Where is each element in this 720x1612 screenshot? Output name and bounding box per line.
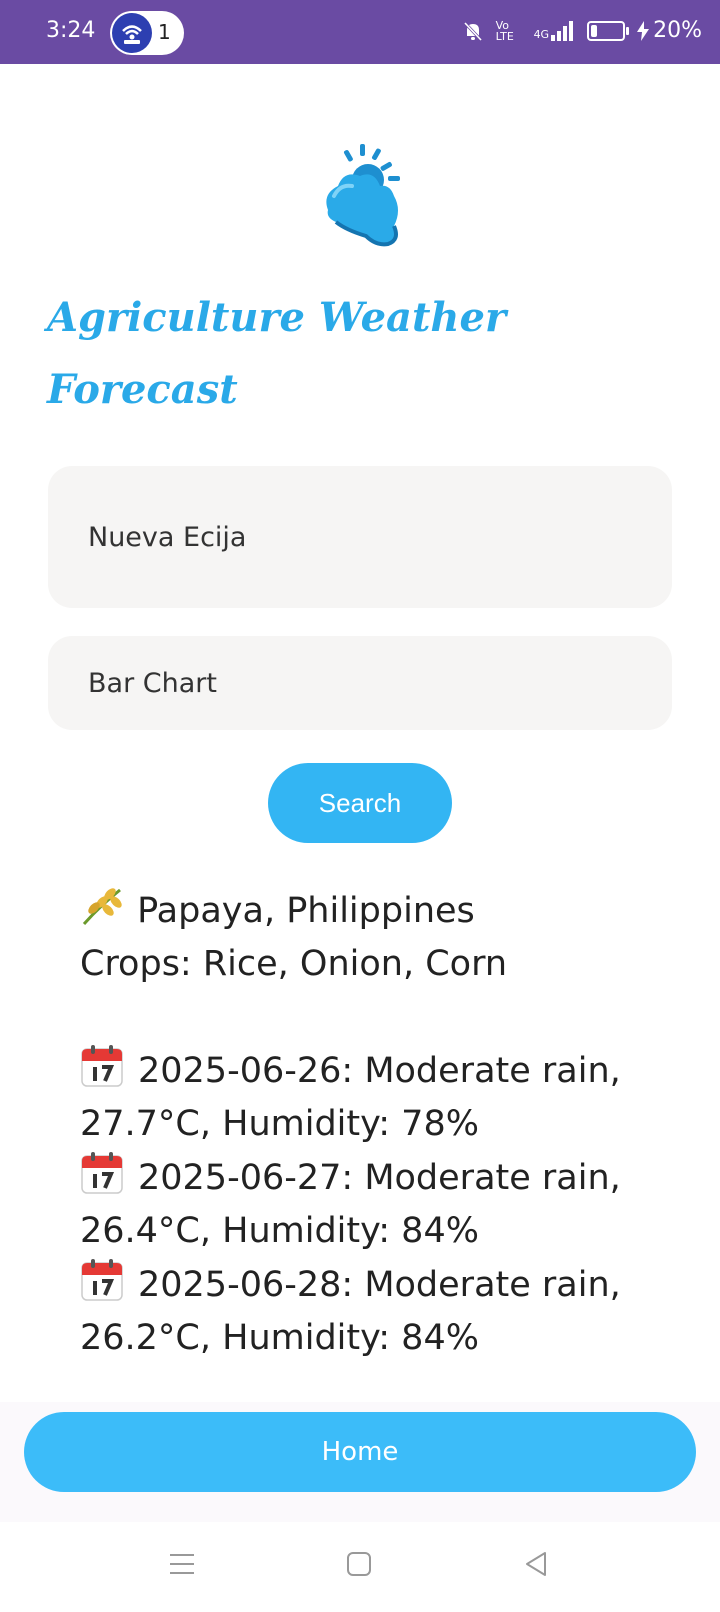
forecast-item: 2025-06-26: Moderate rain, 27.7°C, Humid… — [80, 1044, 680, 1151]
signal-type-label: 4G — [533, 27, 550, 41]
system-nav-bar — [0, 1522, 720, 1612]
forecast-line-2: 26.2°C, Humidity: 84% — [80, 1318, 479, 1358]
forecast-line-2: 26.4°C, Humidity: 84% — [80, 1211, 479, 1251]
signal-bars-icon — [551, 20, 574, 41]
forecast-line-1: 2025-06-27: Moderate rain, — [138, 1158, 621, 1198]
search-button[interactable]: Search — [268, 763, 452, 843]
home-button[interactable]: Home — [24, 1412, 696, 1492]
result-crops: Crops: Rice, Onion, Corn — [80, 944, 508, 984]
cloud-sun-icon — [318, 140, 414, 250]
volte-label: Vo LTE — [495, 18, 514, 43]
calendar-icon — [81, 1259, 123, 1301]
status-icons: Vo LTE 4G 20% — [462, 18, 702, 43]
forecast-item: 2025-06-27: Moderate rain, 26.4°C, Humid… — [80, 1151, 680, 1258]
notification-count: 1 — [158, 20, 171, 44]
calendar-icon — [81, 1045, 123, 1087]
forecast-line-1: 2025-06-26: Moderate rain, — [138, 1051, 621, 1091]
signal-group: 4G — [533, 20, 576, 41]
bell-off-icon — [463, 21, 482, 41]
menu-icon[interactable] — [162, 1544, 202, 1584]
notification-pill: 1 — [110, 11, 184, 55]
status-time: 3:24 — [46, 18, 96, 43]
battery-fill — [591, 24, 598, 37]
battery-percent: 20% — [653, 18, 702, 43]
wheat-icon — [82, 888, 122, 925]
result-location-row: Papaya, Philippines — [80, 885, 680, 938]
forecast-item: 2025-06-28: Moderate rain, 26.2°C, Humid… — [80, 1258, 680, 1365]
home-square-icon[interactable] — [339, 1544, 379, 1584]
forecast-line-1: 2025-06-28: Moderate rain, — [138, 1265, 621, 1305]
page-title: Agriculture Weather Forecast — [47, 294, 507, 413]
chart-type-input[interactable]: Bar Chart — [48, 636, 672, 730]
charging-bolt-icon — [637, 20, 650, 41]
calendar-icon — [81, 1152, 123, 1194]
battery-icon — [587, 20, 630, 41]
forecast-result: Papaya, Philippines Crops: Rice, Onion, … — [80, 885, 680, 1365]
result-location: Papaya, Philippines — [137, 891, 475, 931]
forecast-line-2: 27.7°C, Humidity: 78% — [80, 1104, 479, 1144]
status-bar: 3:24 1 Vo LTE 4G 20% — [0, 0, 720, 64]
hotspot-icon — [112, 13, 152, 53]
back-icon[interactable] — [516, 1544, 556, 1584]
location-input[interactable]: Nueva Ecija — [48, 466, 672, 608]
